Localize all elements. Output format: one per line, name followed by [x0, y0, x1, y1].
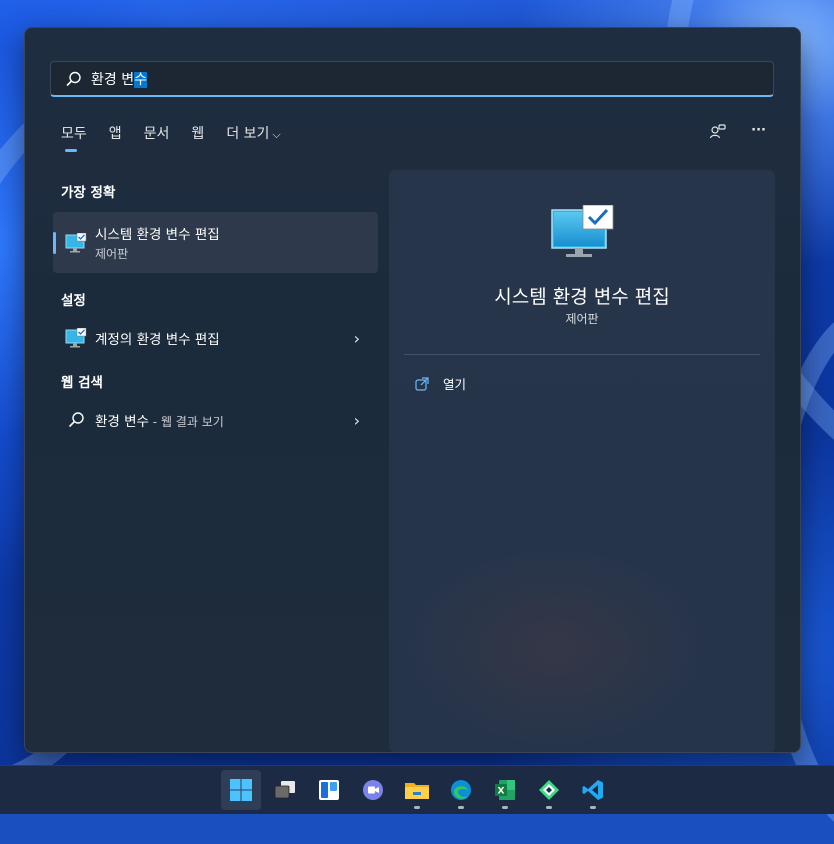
tab-documents[interactable]: 문서	[144, 123, 170, 143]
preview-title: 시스템 환경 변수 편집	[494, 286, 670, 308]
section-web-search: 웹 검색	[61, 375, 103, 391]
best-match-result[interactable]: 시스템 환경 변수 편집 제어판	[53, 212, 378, 273]
running-indicator	[502, 806, 508, 809]
excel-icon[interactable]: X	[485, 770, 525, 810]
people-connect-icon[interactable]	[709, 123, 727, 145]
best-match-subtitle: 제어판	[95, 247, 129, 261]
search-icon	[66, 71, 81, 86]
teams-chat-icon[interactable]	[353, 770, 393, 810]
web-item-suffix: - 웹 결과 보기	[148, 415, 224, 429]
open-action[interactable]: 열기	[415, 374, 466, 393]
filter-tabs: 모두 앱 문서 웹 더 보기 ⌵	[61, 123, 303, 152]
edge-icon[interactable]	[441, 770, 481, 810]
settings-item-prefix: 계정의	[95, 332, 137, 348]
tab-more[interactable]: 더 보기 ⌵	[226, 123, 280, 143]
file-explorer-icon[interactable]	[397, 770, 437, 810]
search-selected-text: 수	[134, 71, 147, 88]
start-search-panel: 환경 변수 모두 앱 문서 웹 더 보기 ⌵ ··· 가장 정확 시스템 환경 변…	[24, 27, 801, 753]
best-match-title: 시스템 환경 변수 편집	[95, 227, 220, 243]
ellipsis-icon[interactable]: ···	[751, 123, 766, 145]
search-input[interactable]: 환경 변수	[91, 69, 147, 89]
search-box[interactable]: 환경 변수	[50, 61, 774, 97]
preview-pane: 시스템 환경 변수 편집 제어판 열기	[389, 170, 775, 752]
search-icon	[69, 412, 84, 427]
preview-divider	[404, 354, 760, 355]
windows-start-icon[interactable]	[221, 770, 261, 810]
open-external-icon	[415, 376, 429, 391]
tab-all[interactable]: 모두	[61, 123, 87, 152]
settings-item-title: 환경 변수 편집	[136, 332, 220, 348]
section-best-match: 가장 정확	[61, 185, 116, 201]
chevron-right-icon: ›	[353, 410, 360, 430]
tab-apps[interactable]: 앱	[109, 123, 122, 143]
settings-result-item[interactable]: 계정의 환경 변수 편집 ›	[53, 324, 378, 352]
monitor-check-icon	[65, 232, 87, 252]
android-studio-icon[interactable]	[529, 770, 569, 810]
section-settings: 설정	[61, 293, 86, 309]
svg-text:X: X	[498, 787, 505, 797]
web-result-item[interactable]: 환경 변수 - 웹 결과 보기 ›	[53, 406, 378, 434]
vscode-icon[interactable]	[573, 770, 613, 810]
running-indicator	[590, 806, 596, 809]
top-right-icons: ···	[709, 123, 766, 145]
tab-web[interactable]: 웹	[191, 123, 204, 143]
chevron-right-icon: ›	[353, 328, 360, 348]
monitor-check-icon	[65, 328, 87, 348]
preview-subtitle: 제어판	[565, 312, 599, 326]
taskbar: X	[0, 765, 834, 814]
running-indicator	[546, 806, 552, 809]
running-indicator	[458, 806, 464, 809]
task-view-icon[interactable]	[265, 770, 305, 810]
widgets-icon[interactable]	[309, 770, 349, 810]
web-item-title: 환경 변수	[95, 414, 149, 430]
running-indicator	[414, 806, 420, 809]
monitor-check-icon	[551, 205, 614, 257]
chevron-down-icon: ⌵	[272, 128, 281, 141]
open-action-label: 열기	[443, 377, 467, 392]
